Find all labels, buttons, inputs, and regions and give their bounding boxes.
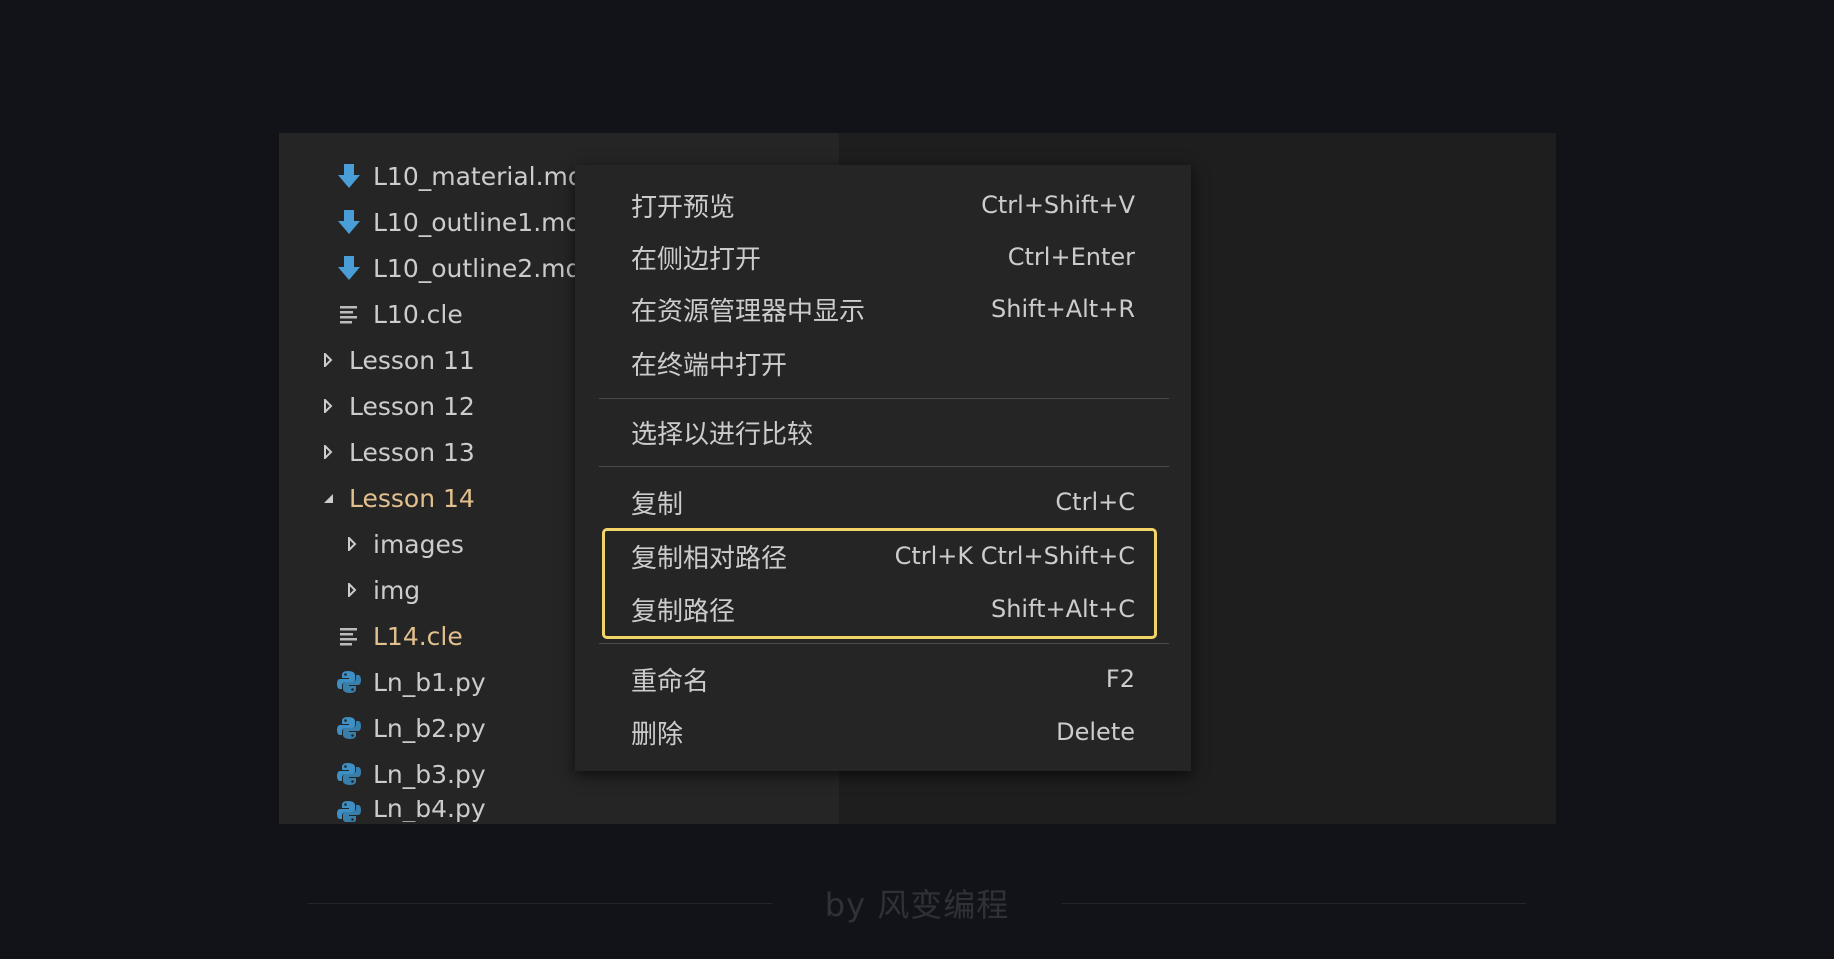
menu-separator: [599, 466, 1169, 467]
tree-item-label: Lesson 11: [349, 345, 475, 375]
tree-item-label: L10_outline1.md: [373, 207, 582, 237]
tree-folder-lesson-11[interactable]: Lesson 11: [319, 340, 475, 380]
tree-item-label: Lesson 12: [349, 391, 475, 421]
tree-folder-img[interactable]: img: [343, 570, 420, 610]
python-icon: [335, 760, 363, 788]
menu-separator: [599, 398, 1169, 399]
footer-credit: by 风变编程: [824, 886, 1010, 924]
tree-item-label: Lesson 13: [349, 437, 475, 467]
menu-item-copy-path[interactable]: 复制路径 Shift+Alt+C: [575, 583, 1191, 635]
python-icon: [335, 668, 363, 696]
tree-item-label: Ln_b3.py: [373, 759, 486, 789]
context-menu: 打开预览 Ctrl+Shift+V 在侧边打开 Ctrl+Enter 在资源管理…: [575, 165, 1191, 771]
menu-item-open-to-side[interactable]: 在侧边打开 Ctrl+Enter: [575, 231, 1191, 283]
menu-item-rename[interactable]: 重命名 F2: [575, 653, 1191, 705]
tree-item-l10-outline2[interactable]: L10_outline2.md: [335, 248, 581, 288]
tree-folder-lesson-13[interactable]: Lesson 13: [319, 432, 475, 472]
chevron-right-icon: [343, 576, 361, 604]
menu-separator: [599, 643, 1169, 644]
text-file-icon: [335, 622, 363, 650]
python-icon: [335, 800, 363, 822]
menu-item-shortcut: F2: [1105, 665, 1135, 693]
tree-item-label: Ln_b4.py: [373, 800, 486, 822]
menu-item-shortcut: Ctrl+Enter: [1007, 243, 1135, 271]
menu-item-open-in-terminal[interactable]: 在终端中打开: [575, 337, 1191, 389]
tree-item-label: Ln_b1.py: [373, 667, 486, 697]
markdown-icon: [335, 208, 363, 236]
menu-item-label: 删除: [631, 719, 684, 750]
menu-item-select-for-compare[interactable]: 选择以进行比较: [575, 406, 1191, 458]
menu-item-label: 打开预览: [631, 192, 736, 223]
menu-item-shortcut: Ctrl+K Ctrl+Shift+C: [894, 542, 1135, 570]
menu-item-shortcut: Ctrl+Shift+V: [981, 191, 1135, 219]
menu-item-copy[interactable]: 复制 Ctrl+C: [575, 476, 1191, 528]
menu-item-label: 在侧边打开: [631, 244, 762, 275]
menu-item-label: 重命名: [631, 666, 710, 697]
tree-item-ln-b1[interactable]: Ln_b1.py: [335, 662, 486, 702]
tree-folder-lesson-12[interactable]: Lesson 12: [319, 386, 475, 426]
menu-item-label: 在资源管理器中显示: [631, 296, 866, 327]
tree-item-label: L14.cle: [373, 621, 463, 651]
menu-item-label: 选择以进行比较: [631, 419, 814, 450]
tree-item-l14-cle[interactable]: L14.cle: [335, 616, 463, 656]
menu-item-reveal-in-explorer[interactable]: 在资源管理器中显示 Shift+Alt+R: [575, 283, 1191, 335]
chevron-down-icon: [319, 484, 337, 512]
tree-item-l10-outline1[interactable]: L10_outline1.md: [335, 202, 581, 242]
menu-item-shortcut: Ctrl+C: [1055, 488, 1135, 516]
screenshot-stage: L10_material.md L10_outline1.md L10_outl…: [0, 0, 1834, 959]
chevron-right-icon: [319, 438, 337, 466]
tree-item-label: L10_outline2.md: [373, 253, 582, 283]
menu-item-shortcut: Shift+Alt+C: [990, 595, 1135, 623]
text-file-icon: [335, 300, 363, 328]
menu-item-label: 复制: [631, 489, 684, 520]
menu-item-shortcut: Delete: [1056, 718, 1135, 746]
tree-item-label: Ln_b2.py: [373, 713, 486, 743]
tree-folder-lesson-14[interactable]: Lesson 14: [319, 478, 475, 518]
tree-item-ln-b2[interactable]: Ln_b2.py: [335, 708, 486, 748]
menu-item-label: 复制路径: [631, 596, 736, 627]
menu-item-delete[interactable]: 删除 Delete: [575, 706, 1191, 758]
menu-item-open-preview[interactable]: 打开预览 Ctrl+Shift+V: [575, 179, 1191, 231]
tree-item-l10-cle[interactable]: L10.cle: [335, 294, 463, 334]
tree-item-ln-b3[interactable]: Ln_b3.py: [335, 754, 486, 794]
tree-item-label: Lesson 14: [349, 483, 475, 513]
menu-item-label: 复制相对路径: [631, 543, 788, 574]
markdown-icon: [335, 162, 363, 190]
markdown-icon: [335, 254, 363, 282]
tree-item-l10-material[interactable]: L10_material.md: [335, 156, 584, 196]
tree-item-label: images: [373, 529, 464, 559]
chevron-right-icon: [319, 346, 337, 374]
chevron-right-icon: [319, 392, 337, 420]
tree-item-label: L10_material.md: [373, 161, 584, 191]
tree-item-label: img: [373, 575, 421, 605]
tree-item-label: L10.cle: [373, 299, 463, 329]
tree-folder-images[interactable]: images: [343, 524, 464, 564]
chevron-right-icon: [343, 530, 361, 558]
menu-item-copy-relative-path[interactable]: 复制相对路径 Ctrl+K Ctrl+Shift+C: [575, 530, 1191, 582]
menu-item-shortcut: Shift+Alt+R: [991, 295, 1135, 323]
tree-item-ln-b4[interactable]: Ln_b4.py: [335, 800, 486, 822]
menu-item-label: 在终端中打开: [631, 350, 788, 381]
python-icon: [335, 714, 363, 742]
